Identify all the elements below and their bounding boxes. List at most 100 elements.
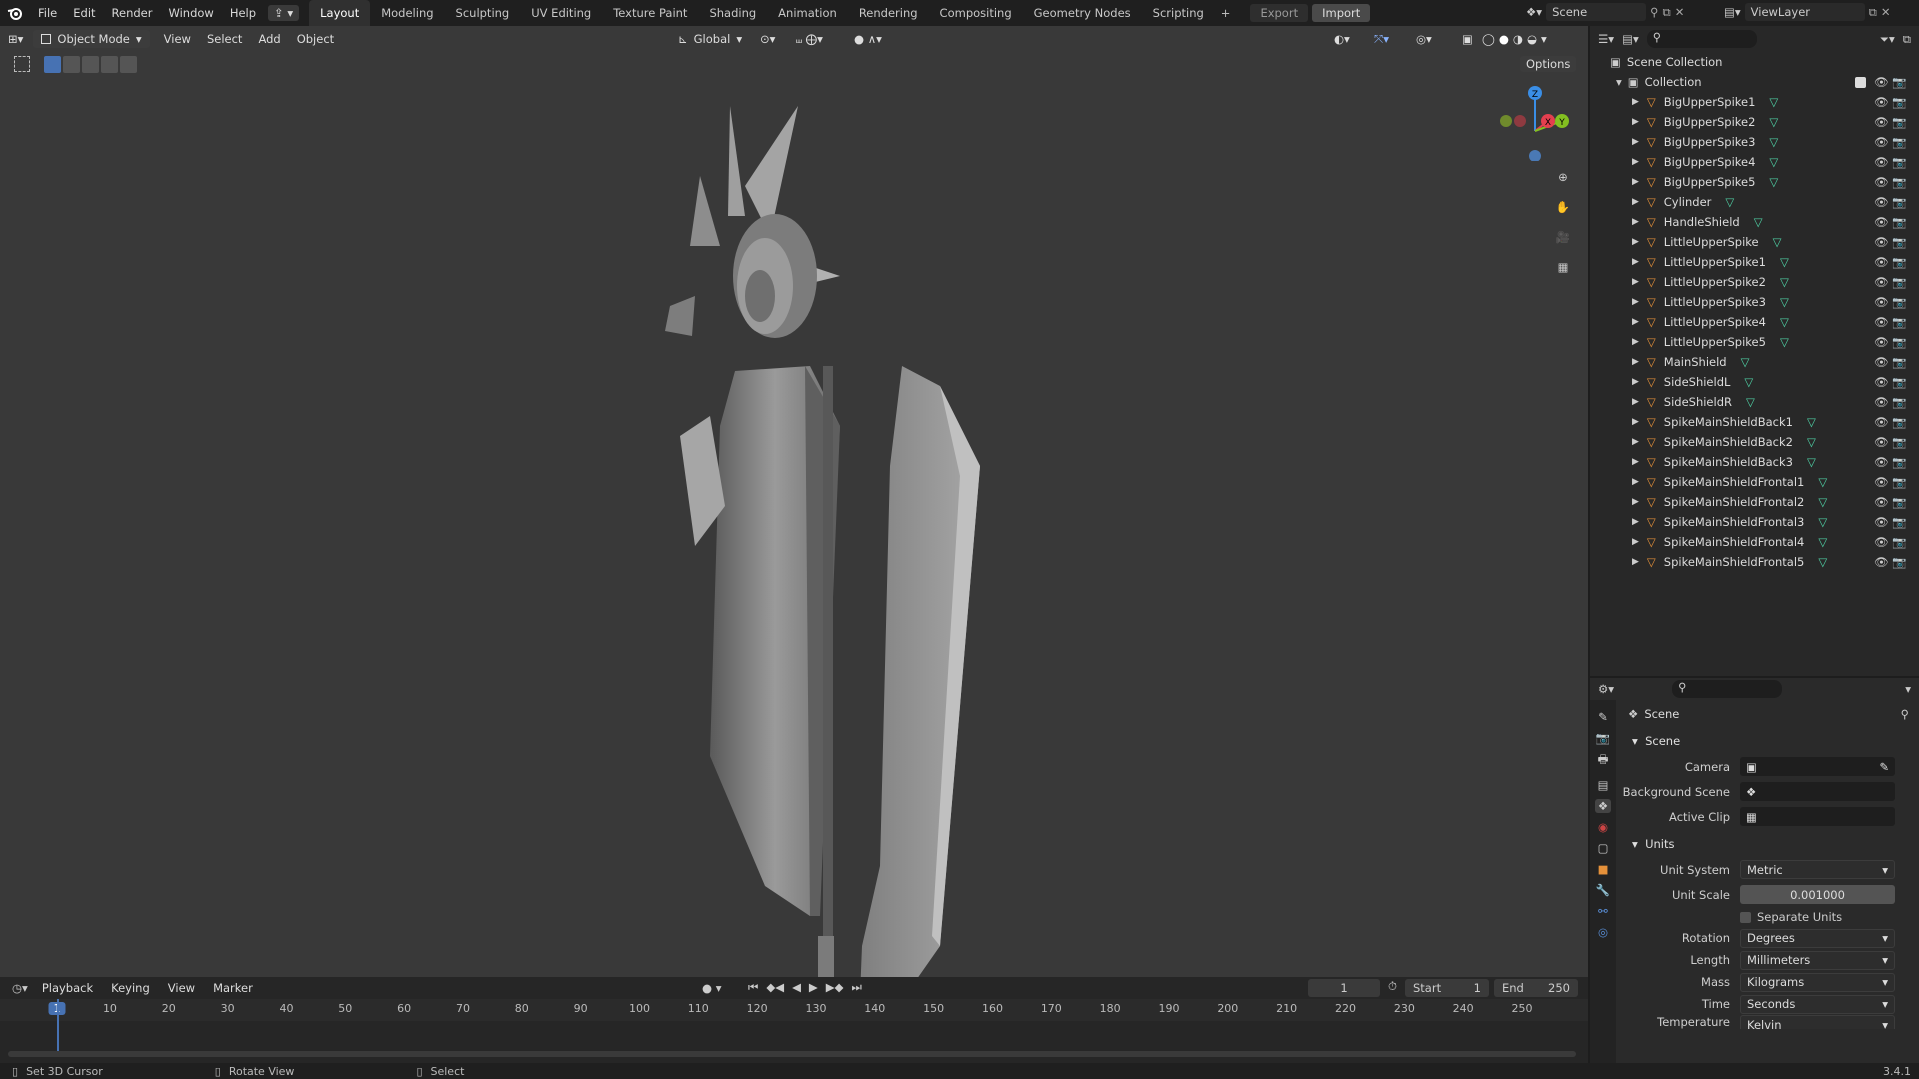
render-camera-icon[interactable]: 📷 bbox=[1892, 275, 1906, 289]
outliner-item[interactable]: ▶ ▽ LittleUpperSpike3 ▽ 👁 📷 bbox=[1590, 292, 1919, 312]
tab-animation[interactable]: Animation bbox=[767, 0, 848, 26]
visibility-eye-icon[interactable]: 👁 bbox=[1874, 255, 1889, 269]
mesh-data-icon[interactable]: ▽ bbox=[1818, 515, 1827, 529]
visibility-eye-icon[interactable]: 👁 bbox=[1874, 175, 1889, 189]
preview-range-icon[interactable]: ⏱ bbox=[1388, 979, 1397, 994]
outliner-item[interactable]: ▶ ▽ HandleShield ▽ 👁 📷 bbox=[1590, 212, 1919, 232]
tab-scripting[interactable]: Scripting bbox=[1142, 0, 1215, 26]
modifier-tab-icon[interactable]: 🔧 bbox=[1596, 883, 1610, 897]
render-camera-icon[interactable]: 📷 bbox=[1892, 435, 1906, 449]
jump-end-icon[interactable]: ⏭ bbox=[851, 980, 861, 995]
expand-icon[interactable]: ▶ bbox=[1632, 297, 1639, 307]
view-layer-icon[interactable]: ▤▾ bbox=[1724, 5, 1741, 19]
shading-modes[interactable]: ◯ ● ◑ ◒ ▾ bbox=[1482, 32, 1547, 46]
tab-texture-paint[interactable]: Texture Paint bbox=[602, 0, 698, 26]
tool-tab-icon[interactable]: ✎ bbox=[1598, 710, 1608, 724]
render-camera-icon[interactable]: 📷 bbox=[1892, 415, 1906, 429]
expand-icon[interactable]: ▶ bbox=[1632, 317, 1639, 327]
viewport-menu-add[interactable]: Add bbox=[250, 30, 288, 48]
viewport-menu-select[interactable]: Select bbox=[199, 30, 250, 48]
new-view-layer-icon[interactable]: ⧉ bbox=[1869, 5, 1877, 20]
gizmo-toggle-icon[interactable]: ⤧▾ bbox=[1366, 30, 1397, 49]
filter-icon[interactable]: ⏷▾ bbox=[1880, 32, 1895, 47]
render-camera-icon[interactable]: 📷 bbox=[1892, 215, 1906, 229]
menu-window[interactable]: Window bbox=[160, 0, 221, 26]
pivot-icon[interactable]: ⊙▾ bbox=[752, 30, 783, 48]
mesh-data-icon[interactable]: ▽ bbox=[1780, 335, 1789, 349]
visibility-eye-icon[interactable]: 👁 bbox=[1874, 235, 1889, 249]
timeline-scrollbar[interactable] bbox=[8, 1051, 1576, 1057]
expand-icon[interactable]: ▶ bbox=[1632, 157, 1639, 167]
xray-icon[interactable]: ▣ bbox=[1454, 30, 1481, 48]
view-layer-tab-icon[interactable]: ▤ bbox=[1598, 778, 1609, 792]
menu-edit[interactable]: Edit bbox=[65, 0, 103, 26]
expand-icon[interactable]: ▶ bbox=[1632, 437, 1639, 447]
next-keyframe-icon[interactable]: ▶◆ bbox=[826, 980, 844, 995]
expand-icon[interactable]: ▶ bbox=[1632, 557, 1639, 567]
render-camera-icon[interactable]: 📷 bbox=[1892, 355, 1906, 369]
play-icon[interactable]: ▶ bbox=[809, 980, 818, 995]
tab-layout[interactable]: Layout bbox=[309, 0, 371, 26]
mesh-data-icon[interactable]: ▽ bbox=[1780, 275, 1789, 289]
properties-options-icon[interactable]: ▾ bbox=[1905, 682, 1919, 696]
mesh-data-icon[interactable]: ▽ bbox=[1741, 355, 1750, 369]
expand-icon[interactable]: ▶ bbox=[1632, 137, 1639, 147]
camera-view-icon[interactable]: 🎥 bbox=[1552, 226, 1574, 248]
visibility-eye-icon[interactable]: 👁 bbox=[1874, 515, 1889, 529]
render-camera-icon[interactable]: 📷 bbox=[1892, 295, 1906, 309]
render-camera-icon[interactable]: 📷 bbox=[1892, 515, 1906, 529]
expand-collection-icon[interactable]: ▾ bbox=[1616, 75, 1622, 89]
visibility-eye-icon[interactable]: 👁 bbox=[1874, 415, 1889, 429]
expand-icon[interactable]: ▶ bbox=[1632, 417, 1639, 427]
expand-icon[interactable]: ▶ bbox=[1632, 97, 1639, 107]
visibility-eye-icon[interactable]: 👁 bbox=[1874, 455, 1889, 469]
scene-name-field[interactable]: Scene bbox=[1546, 3, 1647, 21]
visibility-eye-icon[interactable]: 👁 bbox=[1874, 375, 1889, 389]
outliner-item[interactable]: ▶ ▽ MainShield ▽ 👁 📷 bbox=[1590, 352, 1919, 372]
prev-keyframe-icon[interactable]: ◆◀ bbox=[766, 980, 784, 995]
mode-selector[interactable]: Object Mode ▾ bbox=[33, 30, 150, 48]
expand-icon[interactable]: ▶ bbox=[1632, 257, 1639, 267]
render-camera-icon[interactable]: 📷 bbox=[1892, 535, 1906, 549]
render-camera-icon[interactable]: 📷 bbox=[1892, 155, 1906, 169]
expand-icon[interactable]: ▶ bbox=[1632, 117, 1639, 127]
add-workspace-icon[interactable]: + bbox=[1215, 6, 1237, 20]
scene-panel-header[interactable]: ▾ Scene bbox=[1620, 728, 1919, 754]
record-icon[interactable]: ● ▾ bbox=[702, 981, 721, 995]
particles-tab-icon[interactable]: ⚯ bbox=[1598, 904, 1608, 918]
view-layer-field[interactable]: ViewLayer bbox=[1744, 3, 1865, 21]
new-scene-icon[interactable]: ⧉ bbox=[1663, 5, 1671, 20]
physics-tab-icon[interactable]: ◎ bbox=[1598, 925, 1608, 939]
viewport-menu-view[interactable]: View bbox=[156, 30, 199, 48]
tab-compositing[interactable]: Compositing bbox=[929, 0, 1023, 26]
visibility-eye-icon[interactable]: 👁 bbox=[1874, 495, 1889, 509]
expand-icon[interactable]: ▶ bbox=[1632, 457, 1639, 467]
ortho-grid-icon[interactable]: ▦ bbox=[1552, 256, 1574, 278]
visibility-eye-icon[interactable]: 👁 bbox=[1874, 215, 1889, 229]
pin-context-icon[interactable]: ⚲ bbox=[1901, 707, 1919, 721]
outliner-item[interactable]: ▶ ▽ SideShieldR ▽ 👁 📷 bbox=[1590, 392, 1919, 412]
pin-icon[interactable]: ⚲ bbox=[1650, 5, 1658, 19]
visibility-eye-icon[interactable]: 👁 bbox=[1874, 435, 1889, 449]
tab-rendering[interactable]: Rendering bbox=[848, 0, 929, 26]
temperature-dropdown[interactable]: Kelvin ▾ bbox=[1740, 1015, 1895, 1029]
render-camera-icon[interactable]: 📷 bbox=[1892, 235, 1906, 249]
render-tab-icon[interactable]: 📷 bbox=[1596, 731, 1610, 745]
render-camera-icon[interactable]: 📷 bbox=[1892, 395, 1906, 409]
tab-geometry-nodes[interactable]: Geometry Nodes bbox=[1023, 0, 1142, 26]
zoom-icon[interactable]: ⊕ bbox=[1552, 166, 1574, 188]
separate-units-checkbox[interactable]: Separate Units bbox=[1740, 910, 1842, 924]
expand-icon[interactable]: ▶ bbox=[1632, 537, 1639, 547]
outliner-item[interactable]: ▶ ▽ BigUpperSpike4 ▽ 👁 📷 bbox=[1590, 152, 1919, 172]
expand-icon[interactable]: ▶ bbox=[1632, 177, 1639, 187]
exclude-checkbox[interactable] bbox=[1855, 76, 1866, 88]
orientation-dropdown[interactable]: ⊾ Global ▾ bbox=[670, 30, 750, 48]
navigation-gizmo[interactable]: Z X Y bbox=[1490, 81, 1570, 161]
pan-hand-icon[interactable]: ✋ bbox=[1552, 196, 1574, 218]
active-clip-field[interactable]: ▦ bbox=[1740, 807, 1895, 826]
render-camera-icon[interactable]: 📷 bbox=[1892, 335, 1906, 349]
mesh-data-icon[interactable]: ▽ bbox=[1769, 135, 1778, 149]
outliner-item[interactable]: ▶ ▽ SpikeMainShieldFrontal3 ▽ 👁 📷 bbox=[1590, 512, 1919, 532]
collection-tab-icon[interactable]: ▢ bbox=[1598, 841, 1609, 855]
mesh-data-icon[interactable]: ▽ bbox=[1780, 255, 1789, 269]
